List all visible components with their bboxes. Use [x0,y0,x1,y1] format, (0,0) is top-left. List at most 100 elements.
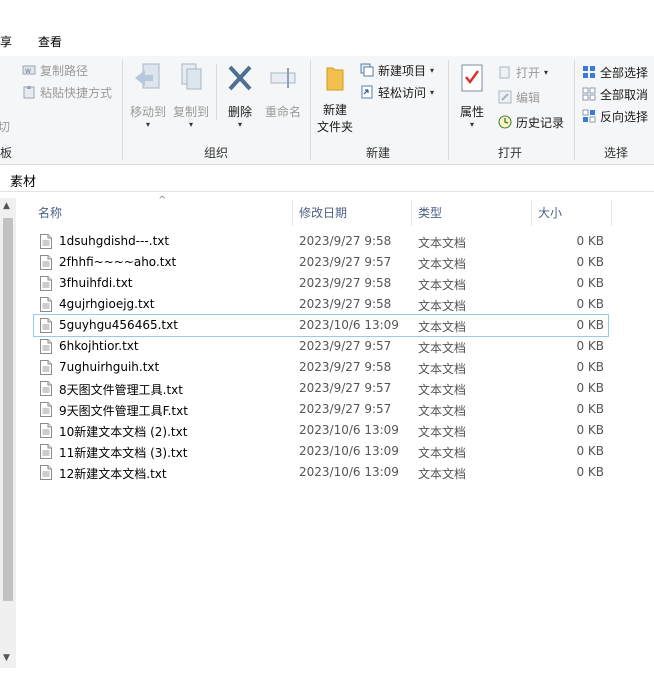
new-folder-label-line1: 新建 [322,103,347,117]
text-file-icon [40,255,52,270]
rename-button[interactable]: 重命名 [262,62,304,120]
copy-to-icon [181,63,202,90]
invert-selection-button[interactable]: 反向选择 [582,106,648,126]
file-row[interactable]: 12新建文本文档.txt 2023/10/6 13:09 文本文档 0 KB [34,462,608,483]
text-file-icon [40,276,52,291]
file-size: 0 KB [576,381,604,395]
copy-path-button[interactable]: W 复制路径 [22,60,88,80]
paste-shortcut-label: 粘贴快捷方式 [40,85,113,100]
open-icon [499,66,510,79]
file-size: 0 KB [576,234,604,248]
delete-label: 删除 [227,105,252,119]
column-divider[interactable] [292,200,293,226]
history-icon [498,115,512,129]
file-name: 11新建文本文档 (3).txt [59,446,188,460]
file-row[interactable]: 8天图文件管理工具.txt 2023/9/27 9:57 文本文档 0 KB [34,378,608,399]
tab-view[interactable]: 查看 [38,33,62,50]
file-row[interactable]: 10新建文本文档 (2).txt 2023/10/6 13:09 文本文档 0 KB [34,420,608,441]
text-file-icon [40,465,52,480]
file-row[interactable]: 4gujrhgioejg.txt 2023/9/27 9:58 文本文档 0 KB [34,294,608,315]
file-row[interactable]: 7ughuirhguih.txt 2023/9/27 9:58 文本文档 0 KB [34,357,608,378]
file-name: 8天图文件管理工具.txt [59,383,183,397]
file-row[interactable]: 6hkojhtior.txt 2023/9/27 9:57 文本文档 0 KB [34,336,608,357]
column-divider[interactable] [531,200,532,226]
file-size: 0 KB [576,402,604,416]
move-to-label: 移动到 [129,105,166,119]
history-button[interactable]: 历史记录 [498,112,564,132]
text-file-icon [40,444,52,459]
column-header-name[interactable]: 名称 [38,204,62,221]
edit-label: 编辑 [516,90,541,105]
tab-share[interactable]: 享 [0,33,12,50]
delete-button[interactable]: 删除 ▾ [222,62,258,129]
file-row[interactable]: 11新建文本文档 (3).txt 2023/10/6 13:09 文本文档 0 KB [34,441,608,462]
file-type: 文本文档 [418,446,467,460]
new-item-label: 新建项目 [378,63,427,78]
invert-selection-label: 反向选择 [600,109,649,124]
properties-button[interactable]: 属性 ▾ [454,62,490,129]
group-divider [122,60,123,160]
column-divider[interactable] [611,200,612,226]
cut-label: 剪切 [0,119,11,134]
file-row[interactable]: 9天图文件管理工具F.txt 2023/9/27 9:57 文本文档 0 KB [34,399,608,420]
file-row[interactable]: 5guyhgu456465.txt 2023/10/6 13:09 文本文档 0 KB [33,314,609,337]
group-label-clipboard: 板 [0,146,13,160]
file-type: 文本文档 [418,299,467,313]
organize-inner-divider [216,64,217,120]
properties-icon [461,64,483,92]
group-divider [310,60,311,160]
select-none-button[interactable]: 全部取消 [582,84,648,104]
edit-icon [498,90,512,104]
file-row[interactable]: 1dsuhgdishd---.txt 2023/9/27 9:58 文本文档 0 KB [34,231,608,252]
select-all-button[interactable]: 全部选择 [582,62,648,82]
file-name: 6hkojhtior.txt [59,339,139,353]
file-modified-date: 2023/10/6 13:09 [299,465,399,479]
scrollbar-thumb[interactable] [3,218,13,601]
file-row[interactable]: 2fhhfi~~~~aho.txt 2023/9/27 9:57 文本文档 0 KB [34,252,608,273]
scroll-down-arrow-icon[interactable]: ▼ [3,653,10,663]
column-header-date[interactable]: 修改日期 [299,204,347,221]
file-modified-date: 2023/9/27 9:58 [299,234,392,248]
select-none-label: 全部取消 [600,87,649,102]
file-row[interactable]: 3fhuihfdi.txt 2023/9/27 9:58 文本文档 0 KB [34,273,608,294]
properties-label: 属性 [459,105,484,119]
file-type: 文本文档 [418,341,467,355]
breadcrumb-current-folder[interactable]: 素材 [10,171,36,190]
file-name: 3fhuihfdi.txt [59,276,133,290]
text-file-icon [40,339,52,354]
text-file-icon [40,402,52,417]
select-none-icon [582,87,596,101]
text-file-icon [40,423,52,438]
open-button[interactable]: 打开 ▾ [498,62,548,82]
column-header-size[interactable]: 大小 [538,204,562,221]
file-type: 文本文档 [418,362,467,376]
move-to-button[interactable]: 移动到 ▾ [127,62,169,129]
scroll-up-arrow-icon[interactable]: ▲ [3,201,10,211]
file-type: 文本文档 [418,320,467,334]
move-to-icon [135,63,160,89]
column-divider[interactable] [411,200,412,226]
copy-to-button[interactable]: 复制到 ▾ [170,62,212,129]
new-folder-button[interactable]: 新建 文件夹 [314,62,356,135]
select-all-icon [583,66,595,78]
file-modified-date: 2023/10/6 13:09 [299,444,399,458]
paste-shortcut-button[interactable]: 粘贴快捷方式 [22,82,112,102]
easy-access-label: 轻松访问 [378,85,427,100]
file-name: 9天图文件管理工具F.txt [59,404,188,418]
rename-icon [270,68,296,88]
new-item-button[interactable]: 新建项目 ▾ [360,60,434,80]
file-type: 文本文档 [418,383,467,397]
column-header-type[interactable]: 类型 [418,204,442,221]
sort-ascending-icon: ^ [158,195,167,206]
history-label: 历史记录 [516,115,565,130]
address-bar[interactable]: 素材 [0,167,654,192]
copy-to-label: 复制到 [172,105,209,119]
edit-button[interactable]: 编辑 [498,87,540,107]
navigation-pane-scrollbar[interactable]: ▲ ▼ [0,198,16,668]
new-folder-icon [326,67,344,91]
group-label-new: 新建 [365,146,390,160]
file-name: 10新建文本文档 (2).txt [59,425,188,439]
file-modified-date: 2023/9/27 9:57 [299,381,392,395]
easy-access-button[interactable]: 轻松访问 ▾ [360,82,434,102]
cut-button[interactable]: 剪切 [0,116,10,136]
